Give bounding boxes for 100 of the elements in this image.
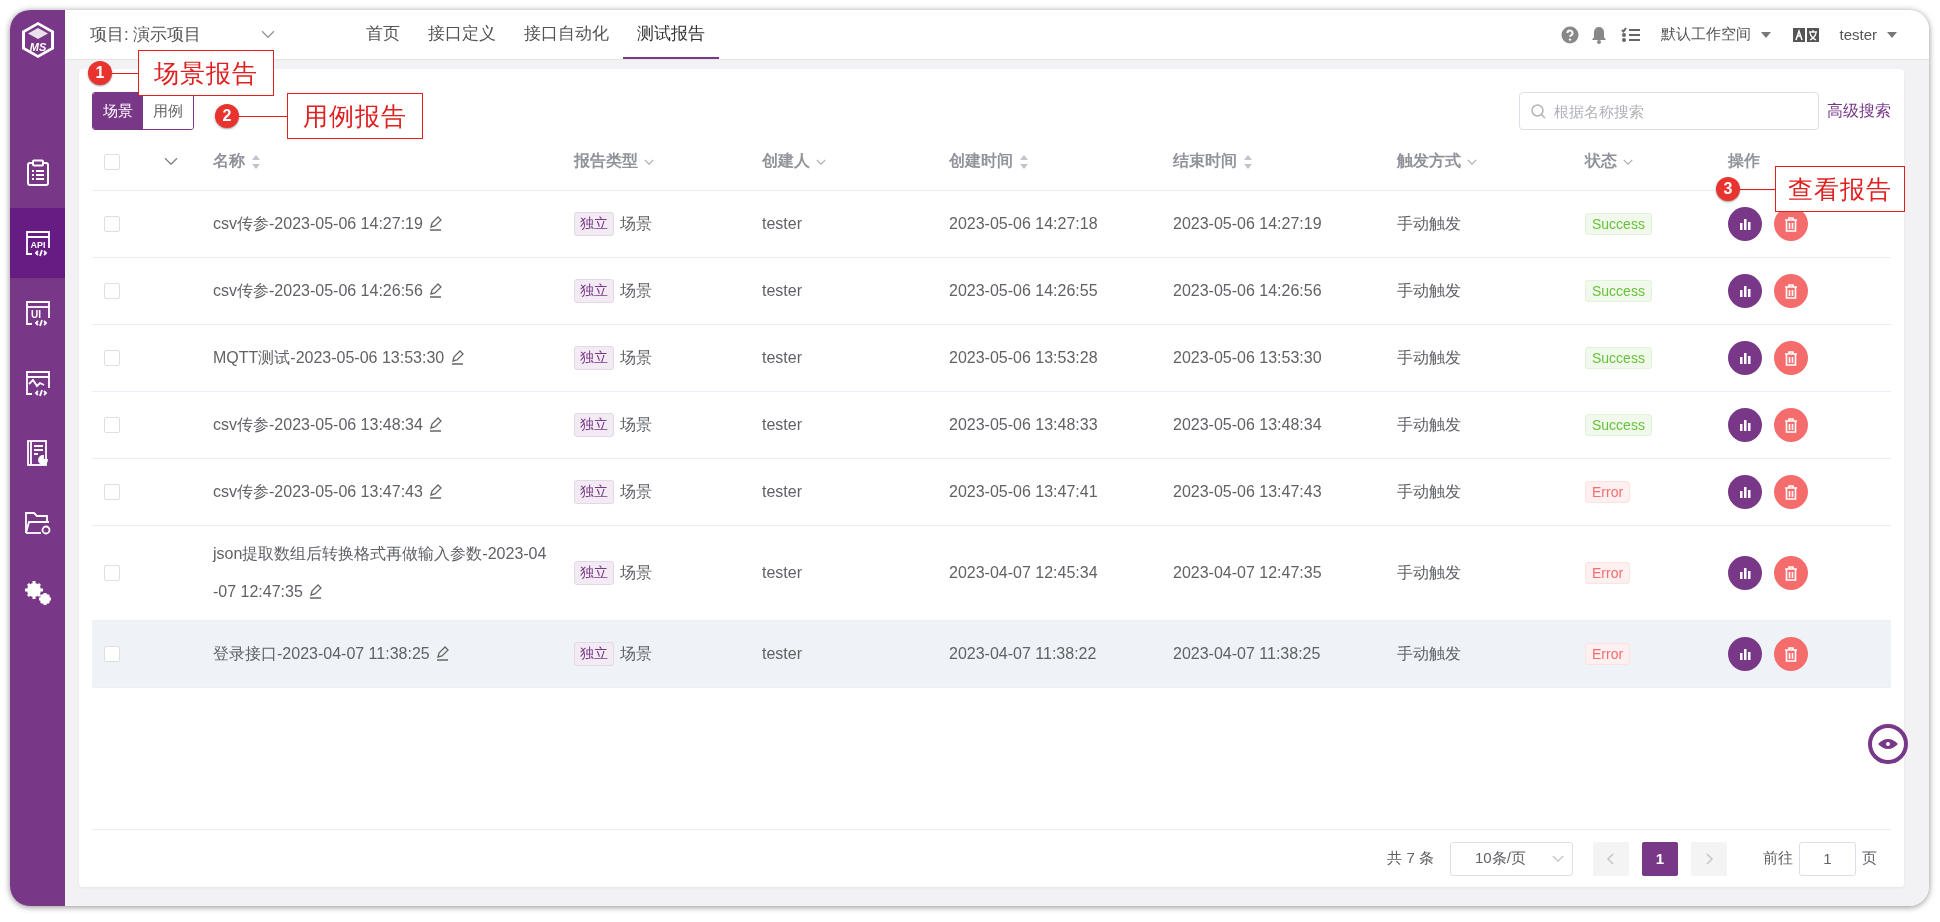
table-row[interactable]: csv传参-2023-05-06 13:48:34 独立 场景 tester 2023-05-06 13:48:33 2023-05-06 13:48:34 手动触发 Success	[92, 392, 1891, 459]
edit-icon[interactable]	[307, 583, 324, 599]
delete-button[interactable]	[1774, 475, 1808, 509]
status-tag: Success	[1585, 347, 1652, 369]
search-field[interactable]: 根据名称搜索	[1519, 92, 1819, 130]
report-name: 登录接口-2023-04-07 11:38:25	[213, 626, 550, 682]
leader-line	[112, 72, 138, 74]
table-cell: 2023-05-06 13:53:28	[949, 349, 1098, 367]
workspace-selector[interactable]: 默认工作空间	[1661, 25, 1752, 44]
table-cell: tester	[762, 215, 802, 233]
status-tag: Error	[1585, 481, 1631, 503]
table-cell-text: 场景	[620, 562, 652, 583]
table-cell: 2023-05-06 13:48:34	[1173, 416, 1322, 434]
trash-icon	[1784, 283, 1798, 299]
row-checkbox[interactable]	[104, 646, 120, 662]
table-cell: tester	[762, 483, 802, 501]
filter-caret-icon[interactable]	[1623, 158, 1633, 165]
filter-caret-icon[interactable]	[644, 158, 654, 165]
sidebar-item[interactable]: UI	[10, 278, 65, 348]
view-report-button[interactable]	[1728, 475, 1762, 509]
delete-button[interactable]	[1774, 274, 1808, 308]
delete-button[interactable]	[1774, 341, 1808, 375]
trash-icon	[1784, 350, 1798, 366]
table-cell-text: 手动触发	[1397, 481, 1461, 502]
delete-button[interactable]	[1774, 556, 1808, 590]
goto-page-field[interactable]: 1	[1799, 841, 1856, 876]
table-cell: 2023-05-06 13:48:33	[949, 416, 1098, 434]
table-cell-text: 手动触发	[1397, 280, 1461, 301]
table-cell-text: 场景	[620, 213, 652, 234]
row-checkbox[interactable]	[104, 283, 120, 299]
table-row[interactable]: csv传参-2023-05-06 13:47:43 独立 场景 tester 2023-05-06 13:47:41 2023-05-06 13:47:43 手动触发 Error	[92, 459, 1891, 526]
bar-chart-icon	[1738, 566, 1752, 580]
type-tag: 独立	[574, 642, 614, 666]
nav-tab[interactable]: 接口定义	[414, 10, 510, 59]
bar-chart-icon	[1738, 485, 1752, 499]
view-report-button[interactable]	[1728, 556, 1762, 590]
table-row[interactable]: csv传参-2023-05-06 14:26:56 独立 场景 tester 2023-05-06 14:26:55 2023-05-06 14:26:56 手动触发 Success	[92, 258, 1891, 325]
view-report-button[interactable]	[1728, 408, 1762, 442]
type-tag: 独立	[574, 279, 614, 303]
view-report-button[interactable]	[1728, 207, 1762, 241]
filter-caret-icon[interactable]	[1467, 158, 1477, 165]
page-button[interactable]: 1	[1642, 841, 1678, 876]
table-cell-text: 手动触发	[1397, 643, 1461, 664]
bell-icon[interactable]	[1591, 25, 1608, 44]
table-cell-text: 手动触发	[1397, 213, 1461, 234]
edit-icon[interactable]	[427, 483, 444, 499]
view-report-button[interactable]	[1728, 341, 1762, 375]
nav-tab[interactable]: 接口自动化	[510, 10, 623, 59]
row-checkbox[interactable]	[104, 350, 120, 366]
chevron-down-icon	[1552, 854, 1564, 863]
row-checkbox[interactable]	[104, 216, 120, 232]
search-icon	[1531, 104, 1546, 119]
edit-icon[interactable]	[427, 416, 444, 432]
clipboard-icon	[24, 159, 51, 187]
project-selector[interactable]: 项目: 演示项目	[90, 23, 202, 46]
table-cell: 2023-05-06 13:47:41	[949, 483, 1098, 501]
delete-button[interactable]	[1774, 408, 1808, 442]
nav-tab[interactable]: 测试报告	[623, 10, 719, 59]
advanced-search-link[interactable]: 高级搜索	[1827, 100, 1891, 122]
chevron-right-icon	[1705, 852, 1713, 865]
page-size-select[interactable]: 10条/页	[1450, 841, 1573, 876]
table-row[interactable]: 登录接口-2023-04-07 11:38:25 独立 场景 tester 2023-04-07 11:38:22 2023-04-07 11:38:25 手动触发 Error	[92, 621, 1891, 688]
table-cell-text: 手动触发	[1397, 562, 1461, 583]
report-name: csv传参-2023-05-06 13:47:43	[213, 464, 550, 520]
row-checkbox[interactable]	[104, 417, 120, 433]
total-count: 共 7 条	[1387, 849, 1434, 868]
goto-label: 前往	[1763, 849, 1793, 868]
select-all-checkbox[interactable]	[104, 153, 120, 170]
view-report-button[interactable]	[1728, 274, 1762, 308]
row-checkbox[interactable]	[104, 565, 120, 581]
caret-icon	[1761, 31, 1772, 38]
table-row[interactable]: MQTT测试-2023-05-06 13:53:30 独立 场景 tester 2023-05-06 13:53:28 2023-05-06 13:53:30 手动触发 Success	[92, 325, 1891, 392]
table-cell: 2023-05-06 14:26:55	[949, 282, 1098, 300]
row-checkbox[interactable]	[104, 484, 120, 500]
bar-chart-icon	[1738, 284, 1752, 298]
table-cell: tester	[762, 564, 802, 582]
filter-caret-icon[interactable]	[816, 158, 826, 165]
trash-icon	[1784, 216, 1798, 232]
language-icon[interactable]	[1793, 27, 1820, 42]
edit-icon[interactable]	[434, 645, 451, 661]
chevron-down-icon[interactable]	[164, 157, 178, 166]
edit-icon[interactable]	[427, 215, 444, 231]
task-list-icon[interactable]	[1621, 26, 1642, 43]
sidebar-item[interactable]: API	[10, 208, 65, 278]
table-cell-text: 场景	[620, 347, 652, 368]
delete-button[interactable]	[1774, 637, 1808, 671]
help-icon[interactable]	[1561, 25, 1580, 44]
annotation-tooltip: 场景报告	[138, 50, 274, 96]
table-cell: tester	[762, 645, 802, 663]
table-cell-text: 场景	[620, 414, 652, 435]
toggle-button[interactable]: 场景	[93, 93, 143, 129]
edit-icon[interactable]	[427, 282, 444, 298]
view-report-button[interactable]	[1728, 637, 1762, 671]
table-cell: 2023-04-07 12:45:34	[949, 564, 1098, 582]
type-tag: 独立	[574, 561, 614, 585]
nav-tab[interactable]: 首页	[352, 10, 414, 59]
type-tag: 独立	[574, 413, 614, 437]
user-menu[interactable]: tester	[1839, 26, 1877, 43]
status-tag: Success	[1585, 280, 1652, 302]
type-tag: 独立	[574, 346, 614, 370]
